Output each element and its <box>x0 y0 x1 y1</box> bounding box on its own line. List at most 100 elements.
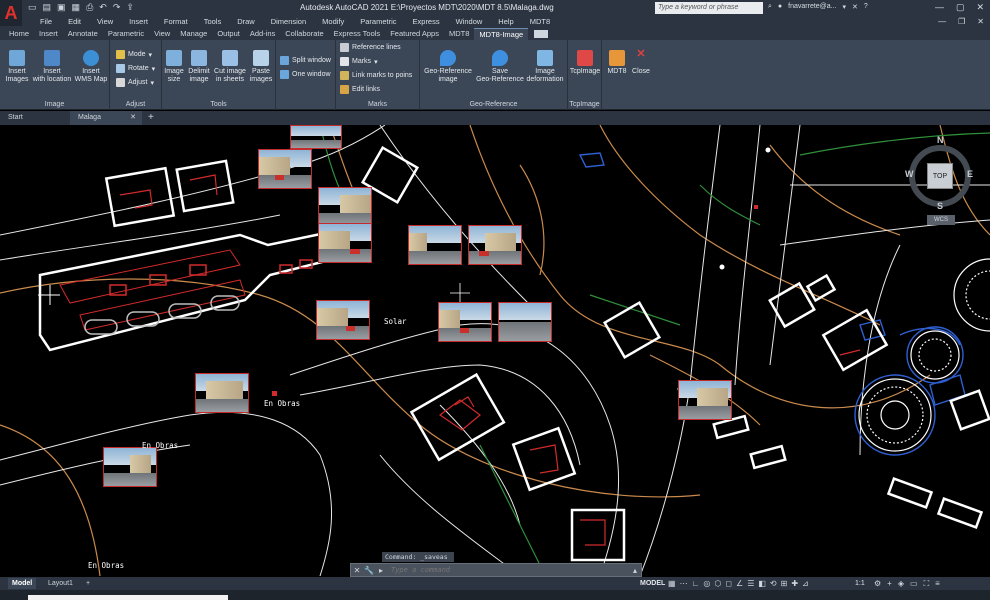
print-icon[interactable]: ⎙ <box>86 2 93 13</box>
search-icon[interactable]: ⌕ <box>768 3 772 11</box>
doc-tab-start[interactable]: Start <box>0 111 70 125</box>
photo-thumbnail[interactable] <box>468 225 522 265</box>
drawing-canvas[interactable]: Solar En Obras En Obras En Obras TOP N S… <box>0 125 990 576</box>
layout-tab-model[interactable]: Model <box>8 578 37 589</box>
help-icon[interactable]: ? <box>864 3 868 11</box>
settings-gear-icon[interactable]: ⚙ <box>874 578 881 589</box>
menu-mdt8[interactable]: MDT8 <box>522 16 558 28</box>
clean-screen-icon[interactable]: ⛶ <box>924 578 930 589</box>
photo-thumbnail[interactable] <box>678 380 732 420</box>
compass-west[interactable]: W <box>905 169 914 179</box>
doc-tab-malaga[interactable]: Malaga ✕ <box>70 111 142 125</box>
transparency-icon[interactable]: ◧ <box>758 578 766 589</box>
photo-thumbnail[interactable] <box>195 373 249 413</box>
tab-express-tools[interactable]: Express Tools <box>329 28 386 40</box>
polar-icon[interactable]: ◎ <box>703 578 710 589</box>
doc-close-icon[interactable]: ✕ <box>977 16 984 28</box>
adjust-button[interactable]: Adjust ▾ <box>116 78 154 87</box>
search-input[interactable]: Type a keyword or phrase <box>655 2 763 14</box>
isolate-icon[interactable]: ◈ <box>898 578 904 589</box>
tab-parametric[interactable]: Parametric <box>103 28 149 40</box>
photo-thumbnail[interactable] <box>438 302 492 342</box>
close-tab-icon[interactable]: ✕ <box>130 111 136 125</box>
recent-commands-icon[interactable]: ▴ <box>629 566 641 575</box>
tab-manage[interactable]: Manage <box>175 28 212 40</box>
menu-parametric[interactable]: Parametric <box>352 16 404 28</box>
paste-images-button[interactable]: Paste images <box>248 50 274 84</box>
osnap-icon[interactable]: ◻ <box>725 578 732 589</box>
user-icon[interactable]: ● <box>778 3 782 11</box>
tab-annotate[interactable]: Annotate <box>63 28 103 40</box>
open-file-icon[interactable]: ▤ <box>43 2 52 13</box>
photo-thumbnail[interactable] <box>290 125 342 149</box>
mode-button[interactable]: Mode ▾ <box>116 50 152 59</box>
cut-image-button[interactable]: Cut image in sheets <box>212 50 248 84</box>
user-name[interactable]: fnavarrete@a... <box>788 3 836 11</box>
save-geo-reference-button[interactable]: Save Geo-Reference <box>476 50 524 84</box>
model-space-toggle[interactable]: MODEL <box>640 578 665 589</box>
tcpimage-button[interactable]: TcpImage <box>569 50 601 76</box>
viewcube[interactable]: TOP N S E W WCS <box>905 135 975 225</box>
menu-view[interactable]: View <box>89 16 121 28</box>
close-button[interactable]: ✕ Close <box>630 49 652 76</box>
new-file-icon[interactable]: ▭ <box>28 2 37 13</box>
menu-modify[interactable]: Modify <box>314 16 352 28</box>
tab-collaborate[interactable]: Collaborate <box>280 28 328 40</box>
dynamic-ucs-icon[interactable]: ⊞ <box>781 578 788 589</box>
exchange-icon[interactable]: ✕ <box>852 3 858 11</box>
menu-edit[interactable]: Edit <box>60 16 89 28</box>
annotation-scale[interactable]: 1:1 <box>855 578 865 589</box>
delimit-image-button[interactable]: Delimit image <box>186 50 212 84</box>
otrack-icon[interactable]: ∠ <box>736 578 743 589</box>
photo-thumbnail[interactable] <box>316 300 370 340</box>
split-window-button[interactable]: Split window <box>280 56 331 65</box>
share-icon[interactable]: ⇪ <box>126 2 134 13</box>
command-input[interactable] <box>391 566 611 574</box>
menu-dimension[interactable]: Dimension <box>263 16 314 28</box>
grid-icon[interactable]: ▦ <box>668 578 676 589</box>
photo-thumbnail[interactable] <box>318 187 372 227</box>
geo-reference-image-button[interactable]: Geo-Reference image <box>422 50 474 84</box>
compass-north[interactable]: N <box>937 135 944 145</box>
redo-icon[interactable]: ↷ <box>113 2 121 13</box>
photo-thumbnail[interactable] <box>258 149 312 189</box>
viewcube-top-face[interactable]: TOP <box>927 163 953 189</box>
edit-links-button[interactable]: Edit links <box>340 85 380 94</box>
doc-minimize-icon[interactable]: — <box>938 16 946 28</box>
link-marks-button[interactable]: Link marks to poins <box>340 71 412 80</box>
image-size-button[interactable]: Image size <box>162 50 186 84</box>
tab-view[interactable]: View <box>149 28 175 40</box>
rotate-button[interactable]: Rotate ▾ <box>116 64 155 73</box>
selection-cycling-icon[interactable]: ⟲ <box>770 578 777 589</box>
minimize-icon[interactable]: — <box>935 2 944 13</box>
layout-tab-layout1[interactable]: Layout1 <box>44 578 77 589</box>
wcs-menu[interactable]: WCS <box>927 215 955 225</box>
menu-format[interactable]: Format <box>156 16 196 28</box>
photo-thumbnail[interactable] <box>318 223 372 263</box>
tab-mdt8[interactable]: MDT8 <box>444 28 474 40</box>
photo-thumbnail[interactable] <box>103 447 157 487</box>
menu-express[interactable]: Express <box>405 16 448 28</box>
compass-east[interactable]: E <box>967 169 973 179</box>
tab-insert[interactable]: Insert <box>34 28 63 40</box>
annotation-visibility-icon[interactable]: ⊿ <box>802 578 809 589</box>
ribbon-toggle-icon[interactable] <box>534 30 549 38</box>
tab-output[interactable]: Output <box>212 28 245 40</box>
marks-button[interactable]: Marks ▾ <box>340 57 378 66</box>
tab-featured-apps[interactable]: Featured Apps <box>385 28 444 40</box>
customization-icon[interactable]: ≡ <box>935 578 940 589</box>
save-as-icon[interactable]: ▦ <box>72 2 81 13</box>
add-layout-icon[interactable]: + <box>82 578 94 589</box>
menu-file[interactable]: File <box>32 16 60 28</box>
photo-thumbnail[interactable] <box>498 302 552 342</box>
save-icon[interactable]: ▣ <box>57 2 66 13</box>
one-window-button[interactable]: One window <box>280 70 331 79</box>
isodraft-icon[interactable]: ⬡ <box>714 578 721 589</box>
image-deformation-button[interactable]: Image deformation <box>524 50 566 84</box>
menu-draw[interactable]: Draw <box>229 16 263 28</box>
snap-icon[interactable]: ⋯ <box>680 578 688 589</box>
insert-wms-map-button[interactable]: Insert WMS Map <box>74 50 108 84</box>
menu-tools[interactable]: Tools <box>196 16 230 28</box>
menu-insert[interactable]: Insert <box>121 16 156 28</box>
insert-images-button[interactable]: Insert Images <box>4 50 30 84</box>
